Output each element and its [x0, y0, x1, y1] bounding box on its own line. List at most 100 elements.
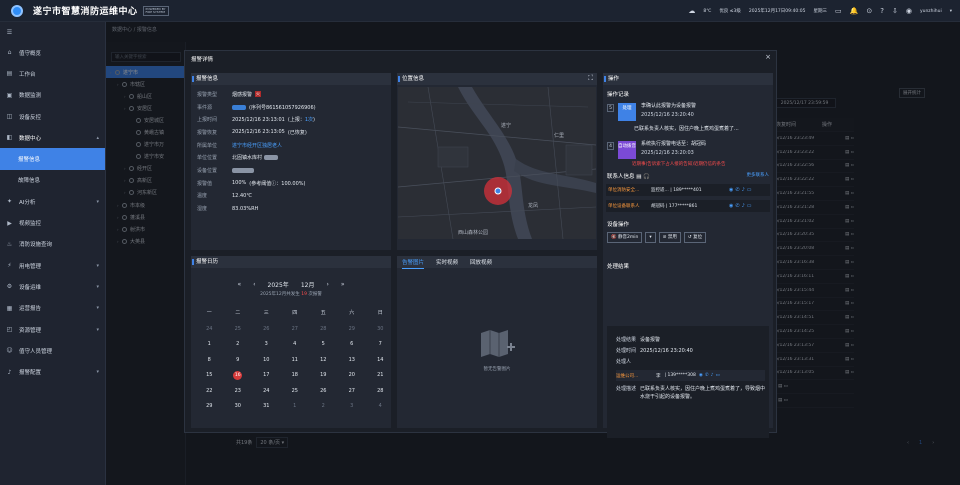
eye-icon[interactable]: ◉ [699, 373, 703, 378]
sidebar-item-workbench[interactable]: ▤ 工作台 [0, 63, 105, 84]
sidebar-item-overview[interactable]: ⌂ 值守概览 [0, 42, 105, 63]
sidebar-item-power[interactable]: ⚡ 用电管理 ▾ [0, 255, 105, 276]
calendar-day[interactable]: 16 [224, 368, 253, 384]
calendar-day[interactable]: 30 [224, 399, 253, 415]
calendar-day[interactable]: 23 [224, 384, 253, 400]
mute-duration-select[interactable]: ▾ [645, 232, 656, 243]
calendar-day[interactable]: 27 [338, 384, 367, 400]
screen-icon[interactable]: ▭ [835, 7, 842, 15]
calendar-day[interactable]: 26 [252, 322, 281, 338]
calendar-day[interactable]: 31 [252, 399, 281, 415]
chevron-down-icon[interactable]: ▾ [950, 9, 952, 14]
calendar-day[interactable]: 28 [366, 384, 395, 400]
calendar-day[interactable]: 19 [309, 368, 338, 384]
phone-icon[interactable]: ✆ [735, 187, 739, 193]
fullscreen-icon[interactable]: ⛶ [588, 74, 593, 83]
calendar-day[interactable]: 30 [366, 322, 395, 338]
sidebar-item-control[interactable]: ◫ 设备反控 [0, 106, 105, 127]
calendar-day[interactable]: 29 [195, 399, 224, 415]
sidebar-item-video[interactable]: ▶ 视频监控 [0, 212, 105, 233]
mute-button[interactable]: 🔇 静音2min [607, 232, 643, 243]
mic-icon[interactable]: ♪ [742, 187, 745, 193]
calendar-day[interactable]: 14 [366, 353, 395, 369]
mic-icon[interactable]: ♪ [742, 203, 745, 209]
sidebar-item-alarm-info[interactable]: 报警信息 [0, 148, 105, 170]
calendar-day[interactable]: 20 [338, 368, 367, 384]
calendar-day[interactable]: 4 [281, 337, 310, 353]
sidebar-item-monitor[interactable]: ▣ 数据监测 [0, 85, 105, 106]
calendar-day[interactable]: 28 [309, 322, 338, 338]
calendar-day[interactable]: 5 [309, 337, 338, 353]
sidebar-item-facility[interactable]: ♨ 消防设施查询 [0, 234, 105, 255]
phone-icon[interactable]: ✆ [705, 373, 709, 378]
disable-icon: ⊘ [662, 235, 667, 240]
calendar-day[interactable]: 21 [366, 368, 395, 384]
calendar-day[interactable]: 4 [366, 399, 395, 415]
disable-button[interactable]: ⊘ 禁用 [658, 232, 681, 243]
message-icon[interactable]: ▭ [747, 203, 752, 209]
calendar-day[interactable]: 24 [252, 384, 281, 400]
phone-icon[interactable]: ✆ [735, 203, 739, 209]
map-view[interactable]: 西山森林公园 遂宁 仁里 龙凤 [398, 87, 596, 239]
sidebar-item-report[interactable]: ▦ 运营报告 ▾ [0, 298, 105, 319]
calendar-day[interactable]: 13 [338, 353, 367, 369]
calendar-day[interactable]: 18 [281, 368, 310, 384]
calendar-day[interactable]: 25 [281, 384, 310, 400]
prev-month-icon[interactable]: ‹ [253, 281, 255, 288]
sidebar-item-alarm-config[interactable]: ♪ 报警配置 ▾ [0, 361, 105, 382]
more-contacts-link[interactable]: 更多联系人 [747, 172, 770, 180]
calendar-day[interactable]: 22 [195, 384, 224, 400]
download-icon[interactable]: ⇩ [892, 7, 898, 15]
calendar-day[interactable]: 17 [252, 368, 281, 384]
calendar-day[interactable]: 3 [338, 399, 367, 415]
headset-icon[interactable]: 🎧 [643, 174, 650, 180]
calendar-day[interactable]: 26 [309, 384, 338, 400]
sidebar-item-maintenance[interactable]: ⚙ 设备运维 ▾ [0, 276, 105, 297]
sidebar-collapse[interactable]: ☰ [0, 22, 105, 42]
calendar-day[interactable]: 9 [224, 353, 253, 369]
prev-year-icon[interactable]: « [237, 281, 241, 288]
next-month-icon[interactable]: › [326, 281, 328, 288]
calendar-day[interactable]: 10 [252, 353, 281, 369]
username[interactable]: yunzhihui [920, 9, 942, 14]
sidebar-item-datacenter[interactable]: ◧ 数据中心 ▴ [0, 127, 105, 148]
sidebar-item-resource[interactable]: ◰ 资源管理 ▾ [0, 319, 105, 340]
report-count[interactable]: 1次 [305, 116, 313, 123]
calendar-day[interactable]: 8 [195, 353, 224, 369]
calendar-day[interactable]: 27 [281, 322, 310, 338]
reset-button[interactable]: ↺ 复位 [683, 232, 707, 243]
calendar-day[interactable]: 15 [195, 368, 224, 384]
unit-link[interactable]: 遂宁市经开区独居老人 [232, 142, 282, 149]
mic-icon[interactable]: ♪ [711, 373, 714, 378]
tab-alarm-images[interactable]: 告警图片 [402, 258, 425, 269]
next-year-icon[interactable]: » [341, 281, 345, 288]
calendar-day[interactable]: 7 [366, 337, 395, 353]
tab-playback-video[interactable]: 回放视频 [470, 258, 492, 266]
calendar-day[interactable]: 12 [309, 353, 338, 369]
info-row: 报警类型 烟感报警火 [197, 91, 262, 98]
calendar-day[interactable]: 2 [309, 399, 338, 415]
close-icon[interactable]: × [765, 53, 771, 61]
calendar-day[interactable]: 6 [338, 337, 367, 353]
note-icon[interactable]: ▤ [636, 174, 641, 180]
sidebar-item-staff[interactable]: ☺ 值守人员管理 [0, 340, 105, 361]
message-icon[interactable]: ▭ [747, 187, 752, 193]
eye-icon[interactable]: ◉ [729, 187, 733, 193]
calendar-day[interactable]: 24 [195, 322, 224, 338]
sidebar-item-fault-info[interactable]: 故障信息 [0, 170, 105, 191]
tab-live-video[interactable]: 实时视频 [436, 258, 458, 266]
avatar[interactable]: ◉ [906, 7, 912, 15]
alert-icon[interactable]: ⊙ [866, 7, 872, 15]
calendar-day[interactable]: 11 [281, 353, 310, 369]
calendar-day[interactable]: 1 [281, 399, 310, 415]
calendar-day[interactable]: 2 [224, 337, 253, 353]
help-icon[interactable]: ? [880, 7, 884, 15]
bell-icon[interactable]: 🔔 [850, 7, 859, 15]
calendar-day[interactable]: 29 [338, 322, 367, 338]
calendar-day[interactable]: 1 [195, 337, 224, 353]
message-icon[interactable]: ▭ [715, 373, 719, 378]
calendar-day[interactable]: 3 [252, 337, 281, 353]
eye-icon[interactable]: ◉ [729, 203, 733, 209]
sidebar-item-ai[interactable]: ✦ AI分析 ▾ [0, 191, 105, 212]
calendar-day[interactable]: 25 [224, 322, 253, 338]
